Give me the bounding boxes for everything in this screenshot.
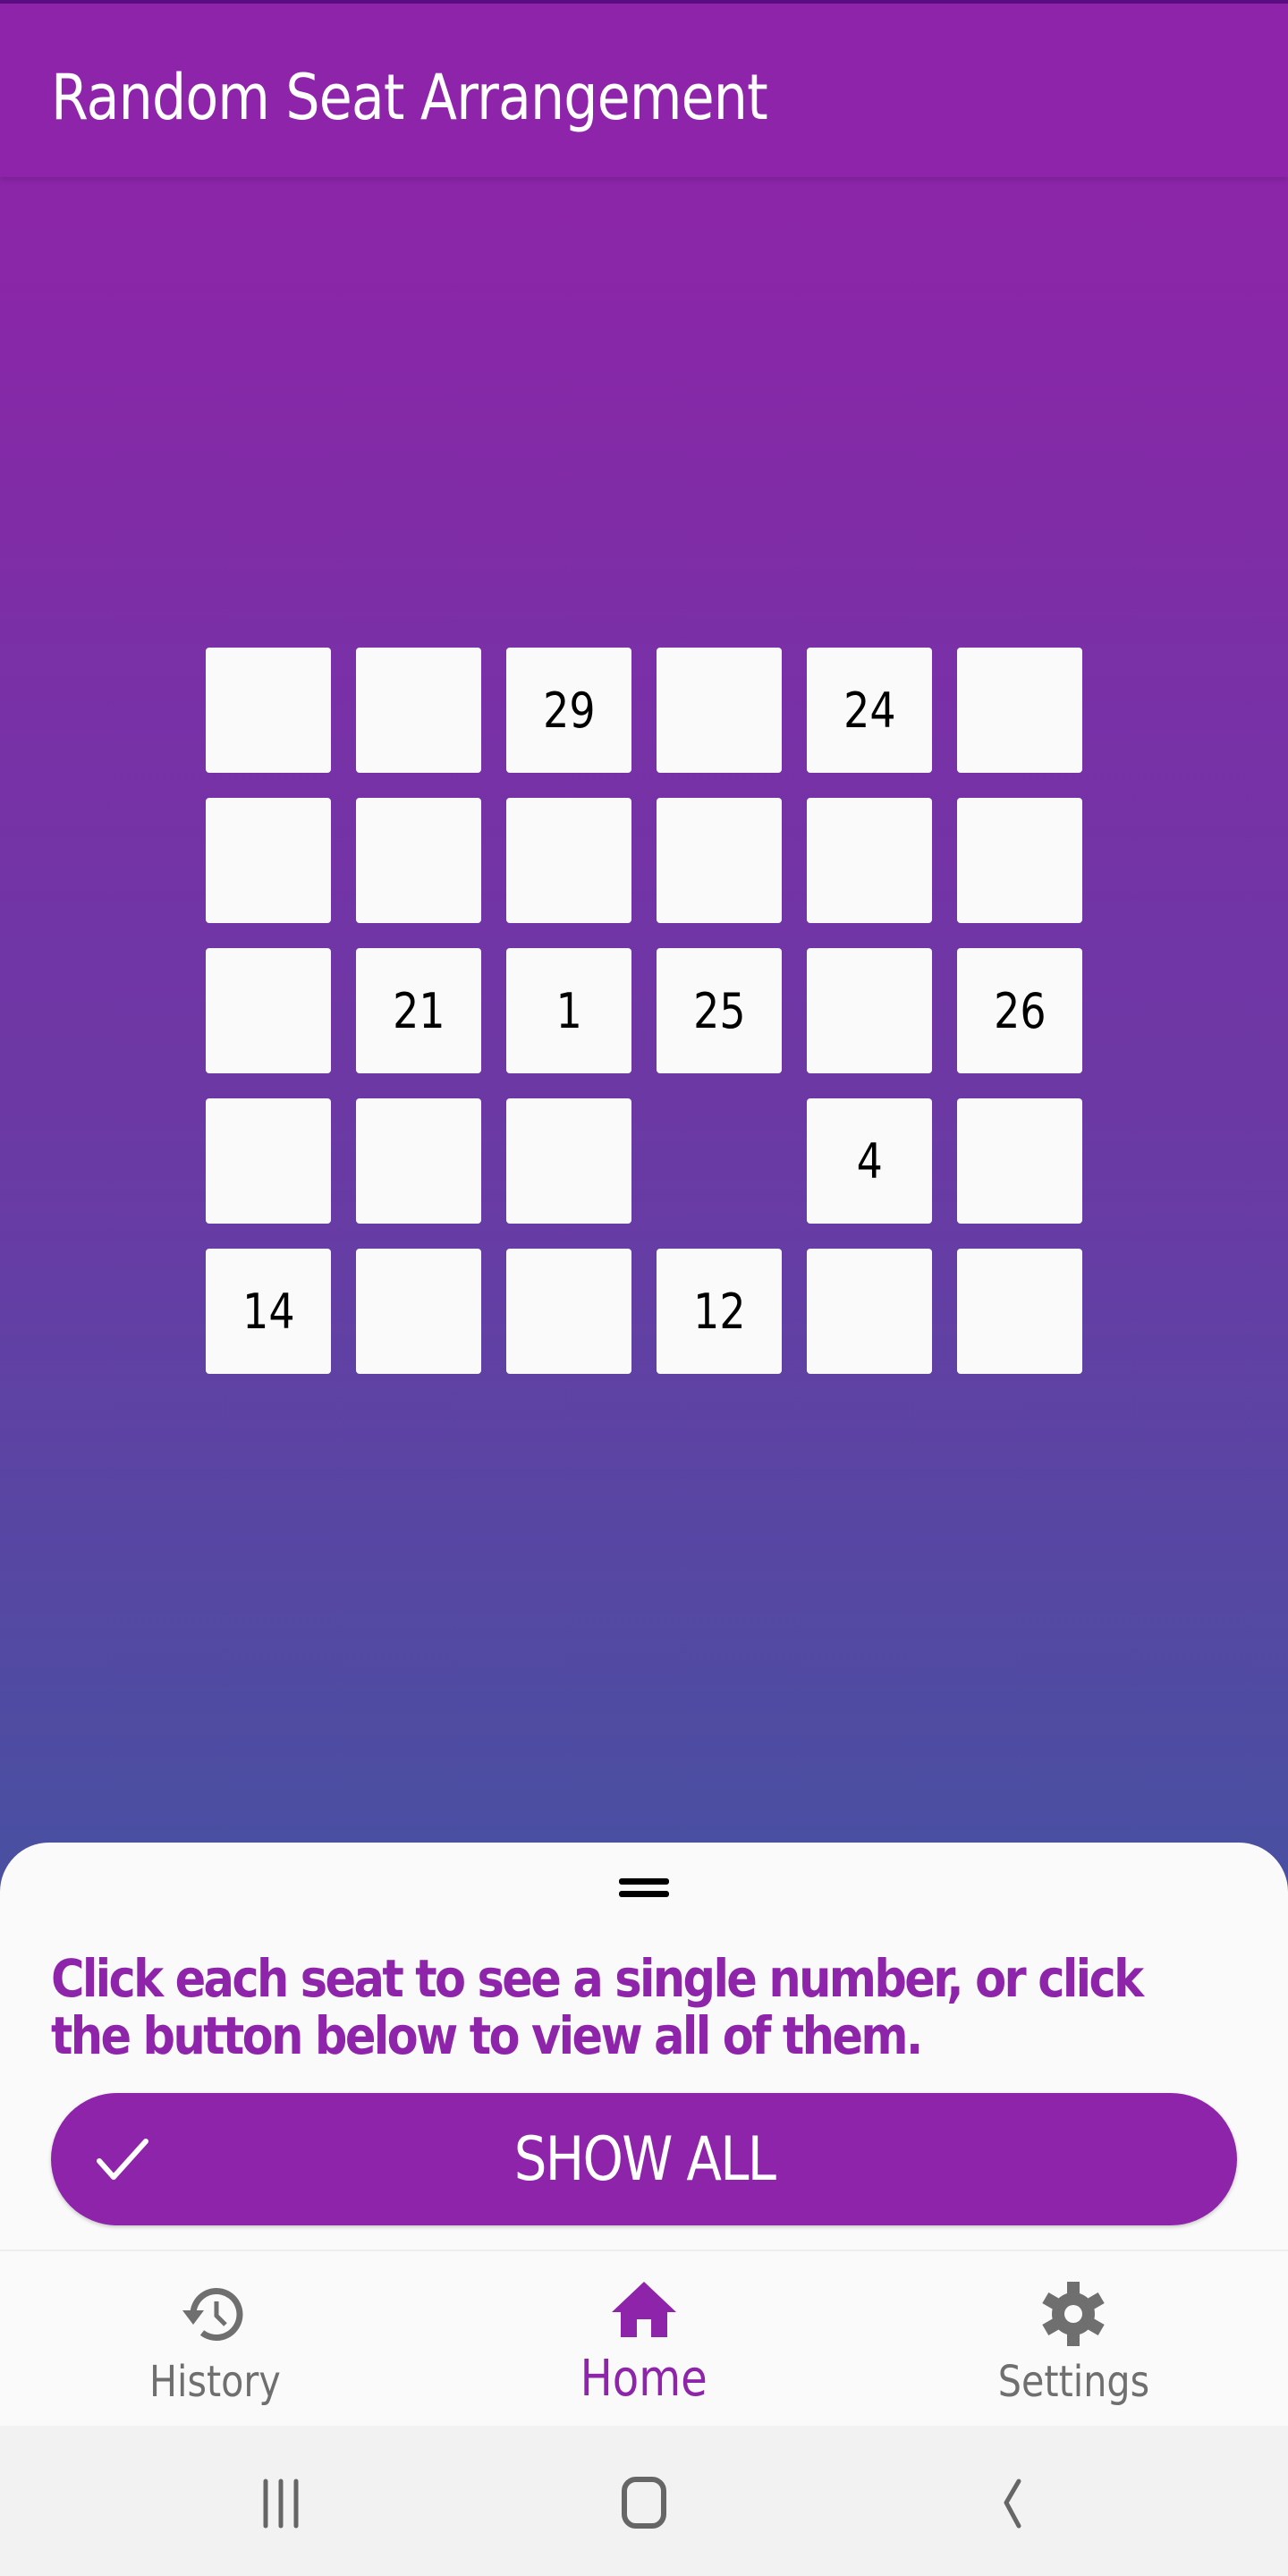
seat-button[interactable]: 12 bbox=[657, 1249, 782, 1374]
drag-handle-icon[interactable] bbox=[619, 1878, 669, 1898]
seat-number: 26 bbox=[993, 982, 1046, 1039]
seat-button[interactable] bbox=[807, 798, 932, 923]
seat-button[interactable] bbox=[206, 1098, 331, 1224]
back-icon[interactable] bbox=[962, 2470, 1051, 2533]
seat-number: 1 bbox=[555, 982, 582, 1039]
settings-gear-icon bbox=[1042, 2282, 1105, 2346]
seat-button[interactable] bbox=[657, 648, 782, 773]
seat-button[interactable] bbox=[206, 948, 331, 1073]
nav-item-settings[interactable]: Settings bbox=[859, 2251, 1288, 2428]
nav-label-settings: Settings bbox=[997, 2357, 1149, 2407]
seat-button[interactable] bbox=[206, 648, 331, 773]
bottom-sheet: Click each seat to see a single number, … bbox=[0, 1843, 1288, 2250]
instructions-text: Click each seat to see a single number, … bbox=[51, 1948, 1144, 2066]
show-all-button[interactable]: SHOW ALL bbox=[51, 2093, 1237, 2225]
seat-button[interactable] bbox=[957, 798, 1082, 923]
nav-label-home: Home bbox=[580, 2350, 708, 2408]
seat-button[interactable] bbox=[356, 1098, 481, 1224]
seat-button[interactable] bbox=[356, 798, 481, 923]
seat-button[interactable]: 14 bbox=[206, 1249, 331, 1374]
system-navigation-bar bbox=[0, 2426, 1288, 2576]
seat-button[interactable] bbox=[957, 648, 1082, 773]
home-icon bbox=[612, 2282, 676, 2337]
seat-button[interactable] bbox=[506, 798, 631, 923]
history-icon bbox=[182, 2288, 243, 2341]
nav-item-history[interactable]: History bbox=[0, 2251, 429, 2428]
seat-number: 24 bbox=[843, 682, 896, 739]
seat-number: 14 bbox=[242, 1283, 295, 1340]
home-circle-icon[interactable] bbox=[599, 2470, 689, 2533]
nav-item-home[interactable]: Home bbox=[429, 2251, 859, 2428]
seat-button[interactable]: 29 bbox=[506, 648, 631, 773]
show-all-label: SHOW ALL bbox=[513, 2123, 775, 2195]
seat-number: 21 bbox=[392, 982, 445, 1039]
nav-label-history: History bbox=[148, 2357, 281, 2407]
seat-button[interactable] bbox=[356, 1249, 481, 1374]
seat-button[interactable]: 24 bbox=[807, 648, 932, 773]
seat-button[interactable]: 25 bbox=[657, 948, 782, 1073]
seat-number: 4 bbox=[856, 1132, 883, 1190]
seat-button[interactable] bbox=[506, 1249, 631, 1374]
empty-seat-slot bbox=[657, 1098, 782, 1224]
seat-button[interactable] bbox=[506, 1098, 631, 1224]
seat-button[interactable]: 4 bbox=[807, 1098, 932, 1224]
seat-number: 29 bbox=[542, 682, 596, 739]
seat-button[interactable] bbox=[957, 1098, 1082, 1224]
seat-grid: 29 24 21 1 25 26 4 14 12 bbox=[0, 0, 1288, 1843]
bottom-navigation: History Home Settings bbox=[0, 2250, 1288, 2428]
seat-button[interactable] bbox=[807, 1249, 932, 1374]
seat-number: 25 bbox=[692, 982, 746, 1039]
seat-button[interactable] bbox=[657, 798, 782, 923]
seat-button[interactable] bbox=[356, 648, 481, 773]
seat-button[interactable]: 26 bbox=[957, 948, 1082, 1073]
seat-button[interactable]: 21 bbox=[356, 948, 481, 1073]
seat-button[interactable] bbox=[807, 948, 932, 1073]
recent-apps-icon[interactable] bbox=[242, 2470, 331, 2533]
seat-button[interactable] bbox=[957, 1249, 1082, 1374]
seat-number: 12 bbox=[692, 1283, 746, 1340]
seat-button[interactable] bbox=[206, 798, 331, 923]
seat-button[interactable]: 1 bbox=[506, 948, 631, 1073]
